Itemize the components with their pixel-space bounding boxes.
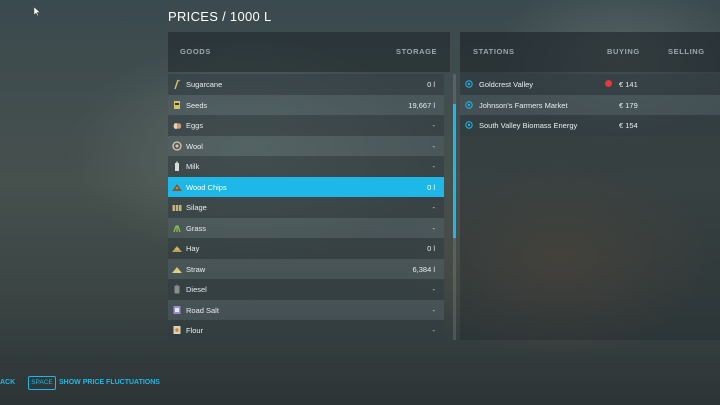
goods-name: Diesel [186, 285, 207, 294]
goods-storage-value: - [432, 203, 436, 212]
price-alert-icon [605, 80, 612, 87]
wool-icon [172, 140, 182, 151]
milk-icon [175, 161, 179, 171]
goods-name: Silage [186, 203, 207, 212]
buying-price: € 179 [619, 100, 638, 110]
goods-column-header[interactable]: GOODS [180, 47, 211, 56]
station-name: Johnson's Farmers Market [479, 100, 568, 110]
goods-storage-value: 0 l [427, 244, 435, 253]
station-row[interactable]: Goldcrest Valley € 141 [460, 74, 720, 95]
goods-row-eggs[interactable]: Eggs - [168, 115, 444, 136]
goods-name: Straw [186, 264, 206, 274]
back-button[interactable]: ACK [0, 379, 15, 386]
goods-row-wood-chips[interactable]: Wood Chips 0 l [168, 176, 444, 197]
goods-storage-value: 19,667 l [408, 100, 435, 110]
page-title: PRICES / 1000 L [168, 9, 272, 24]
goods-scrollbar-thumb[interactable] [453, 104, 456, 238]
goods-name: Seeds [186, 100, 208, 110]
selling-column-header[interactable]: SELLING [668, 47, 705, 56]
hay-icon [172, 246, 182, 252]
map-target-icon[interactable] [465, 100, 473, 109]
goods-name: Eggs [186, 121, 204, 130]
map-target-icon[interactable] [465, 80, 473, 88]
goods-storage-value: - [432, 141, 436, 151]
stations-list: Goldcrest Valley € 141 Johnson's Farmers M… [460, 74, 720, 136]
goods-header: GOODS STORAGE [168, 32, 450, 72]
stations-header: STATIONS BUYING SELLING [460, 32, 720, 72]
goods-name: Grass [186, 223, 207, 233]
goods-name: Wood Chips [186, 182, 227, 192]
goods-storage-value: - [432, 223, 436, 233]
goods-storage-value: - [432, 285, 436, 294]
buying-price: € 141 [619, 80, 638, 89]
goods-storage-value: - [432, 305, 436, 315]
wood-chips-icon [172, 183, 182, 191]
station-row[interactable]: Johnson's Farmers Market € 179 [460, 94, 720, 115]
goods-storage-value: 0 l [427, 182, 435, 192]
seeds-icon [174, 100, 180, 109]
diesel-icon [174, 284, 180, 294]
goods-row-road-salt[interactable]: Road Salt - [168, 299, 444, 320]
goods-row-diesel[interactable]: Diesel - [168, 279, 444, 300]
goods-storage-value: 6,384 l [412, 264, 435, 274]
goods-row-flour[interactable]: Flour - [168, 320, 444, 341]
goods-row-hay[interactable]: Hay 0 l [168, 238, 444, 259]
eggs-icon [173, 123, 182, 129]
goods-name: Hay [186, 244, 200, 253]
goods-row-straw[interactable]: Straw 6,384 l [168, 258, 444, 279]
goods-name: Sugarcane [186, 80, 223, 89]
sugarcane-icon [174, 79, 181, 89]
goods-list: Sugarcane 0 l Seeds 19,667 l Eggs - Wool - Milk -… [168, 74, 444, 341]
goods-name: Wool [186, 141, 203, 151]
mouse-cursor-icon [34, 7, 40, 16]
straw-icon [172, 266, 182, 273]
goods-row-milk[interactable]: Milk - [168, 156, 444, 177]
station-name: Goldcrest Valley [479, 80, 534, 89]
buying-price: € 154 [619, 121, 638, 130]
goods-row-silage[interactable]: Silage - [168, 197, 444, 218]
silage-icon [172, 205, 182, 211]
show-price-fluctuations-button[interactable]: SHOW PRICE FLUCTUATIONS [59, 379, 160, 386]
goods-name: Road Salt [186, 305, 219, 315]
goods-storage-value: 0 l [427, 80, 435, 89]
grass-icon [173, 224, 181, 232]
goods-row-grass[interactable]: Grass - [168, 217, 444, 238]
goods-name: Flour [186, 326, 204, 335]
goods-storage-value: - [432, 326, 436, 335]
stations-panel: STATIONS BUYING SELLING Goldcrest Valley… [460, 32, 720, 340]
goods-row-seeds[interactable]: Seeds 19,667 l [168, 94, 444, 115]
goods-storage-value: - [432, 162, 436, 171]
goods-name: Milk [186, 162, 200, 171]
goods-panel: GOODS STORAGE Sugarcane 0 l Seeds 19,667 l E… [168, 32, 456, 341]
flour-icon [173, 326, 181, 334]
buying-column-header[interactable]: BUYING [607, 47, 640, 56]
station-row[interactable]: South Valley Biomass Energy € 154 [460, 115, 720, 136]
goods-row-sugarcane[interactable]: Sugarcane 0 l [168, 74, 444, 95]
goods-row-wool[interactable]: Wool - [168, 135, 444, 156]
station-name: South Valley Biomass Energy [479, 121, 578, 130]
map-target-icon[interactable] [465, 121, 473, 129]
space-key-hint[interactable]: SPACE [28, 376, 56, 390]
goods-storage-value: - [432, 121, 436, 130]
stations-column-header[interactable]: STATIONS [473, 47, 515, 56]
road-salt-icon [173, 305, 181, 314]
storage-column-header[interactable]: STORAGE [396, 47, 437, 56]
